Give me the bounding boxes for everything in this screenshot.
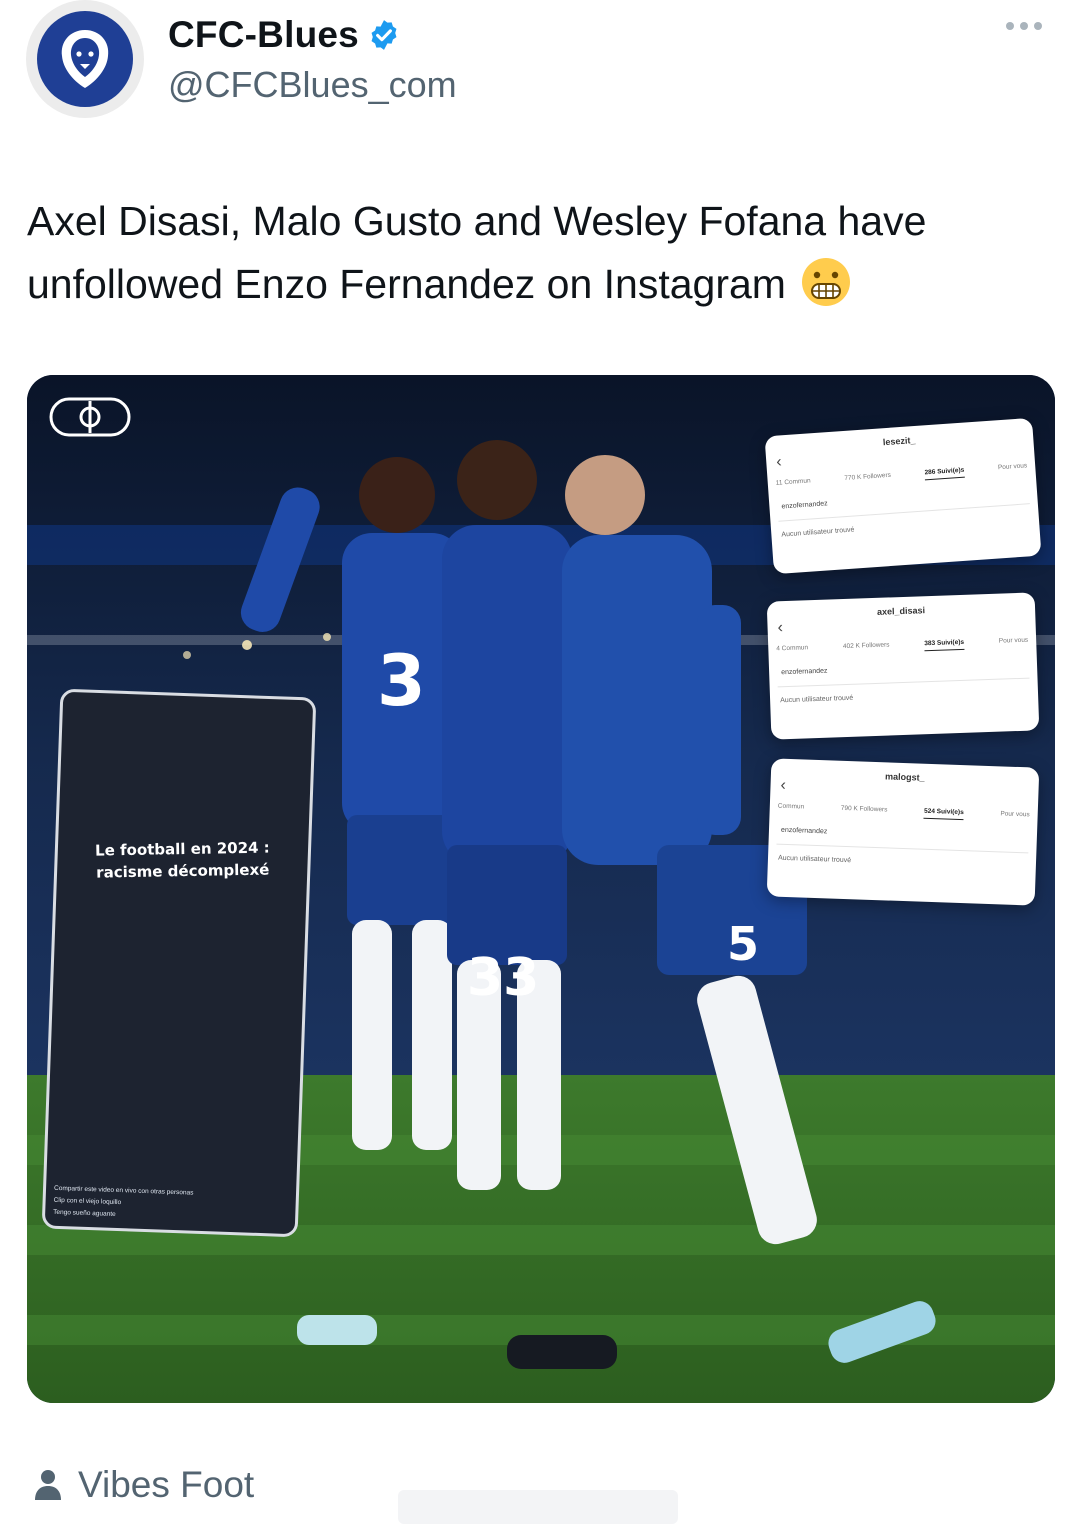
back-chevron-icon: ‹ <box>775 453 783 471</box>
card-username: axel_disasi <box>876 605 926 617</box>
football-channel-logo-icon <box>49 397 131 437</box>
card-stat: 790 K Followers <box>840 804 888 814</box>
instagram-card-axel-disasi: ‹ axel_disasi 4 Commun 402 K Followers 3… <box>766 592 1040 740</box>
card-stat: 770 K Followers <box>844 471 892 483</box>
card-stat: 4 Commun <box>776 644 809 653</box>
profile-avatar[interactable] <box>26 0 144 118</box>
tweet-media-image[interactable]: 3 33 5 Le football en 2024 : racisme déc… <box>27 375 1055 1403</box>
story-comment: Tengo sueño aguante <box>53 1208 116 1218</box>
tweet-body: Axel Disasi, Malo Gusto and Wesley Fofan… <box>27 198 927 307</box>
person-icon <box>35 1470 61 1500</box>
card-stat: Commun <box>777 802 805 811</box>
card-stat: Pour vous <box>1000 810 1030 819</box>
card-empty-text: Aucun utilisateur trouvé <box>777 854 852 865</box>
story-caption: Le football en 2024 : racisme décomplexé <box>57 836 308 884</box>
instagram-card-lesezit: ‹ lesezit_ 11 Commun 770 K Followers 286… <box>764 417 1042 575</box>
card-search: enzofernandez <box>777 660 1030 688</box>
card-search: enzofernandez <box>777 486 1030 522</box>
card-username: malogst_ <box>884 771 925 783</box>
watermark <box>398 1490 678 1524</box>
back-chevron-icon: ‹ <box>777 619 784 637</box>
card-stat: 383 Suivi(e)s <box>924 638 965 652</box>
more-horizontal-icon[interactable] <box>1006 22 1042 30</box>
card-stat: 402 K Followers <box>842 641 890 651</box>
card-stat: Pour vous <box>997 462 1028 472</box>
instagram-card-malogst: ‹ malogst_ Commun 790 K Followers 524 Su… <box>766 758 1040 906</box>
tweet-text: Axel Disasi, Malo Gusto and Wesley Fofan… <box>27 190 1057 316</box>
shirt-number-33: 33 <box>467 948 539 1008</box>
user-handle[interactable]: @CFCBlues_com <box>168 64 457 106</box>
grimacing-face-icon <box>801 258 850 306</box>
back-chevron-icon: ‹ <box>780 776 787 794</box>
instagram-story-overlay: Le football en 2024 : racisme décomplexé… <box>41 688 317 1238</box>
card-stat: 286 Suivi(e)s <box>924 466 965 481</box>
lion-logo-icon <box>37 11 133 107</box>
card-empty-text: Aucun utilisateur trouvé <box>780 694 854 705</box>
source-label: Vibes Foot <box>78 1464 255 1505</box>
card-search: enzofernandez <box>776 826 1029 854</box>
card-stat: 11 Commun <box>775 477 811 487</box>
card-empty-text: Aucun utilisateur trouvé <box>781 526 855 539</box>
verified-badge-icon <box>371 20 397 50</box>
card-stat: Pour vous <box>998 636 1029 645</box>
story-comments: Compartir este video en vivo con otras p… <box>53 1180 290 1224</box>
story-caption-line2: racisme décomplexé <box>96 860 270 882</box>
shirt-number-5: 5 <box>727 917 759 971</box>
display-name[interactable]: CFC-Blues <box>168 14 359 56</box>
card-stat: 524 Suivi(e)s <box>923 807 964 821</box>
shirt-number-3: 3 <box>377 640 426 722</box>
source-attribution[interactable]: Vibes Foot <box>34 1464 254 1506</box>
